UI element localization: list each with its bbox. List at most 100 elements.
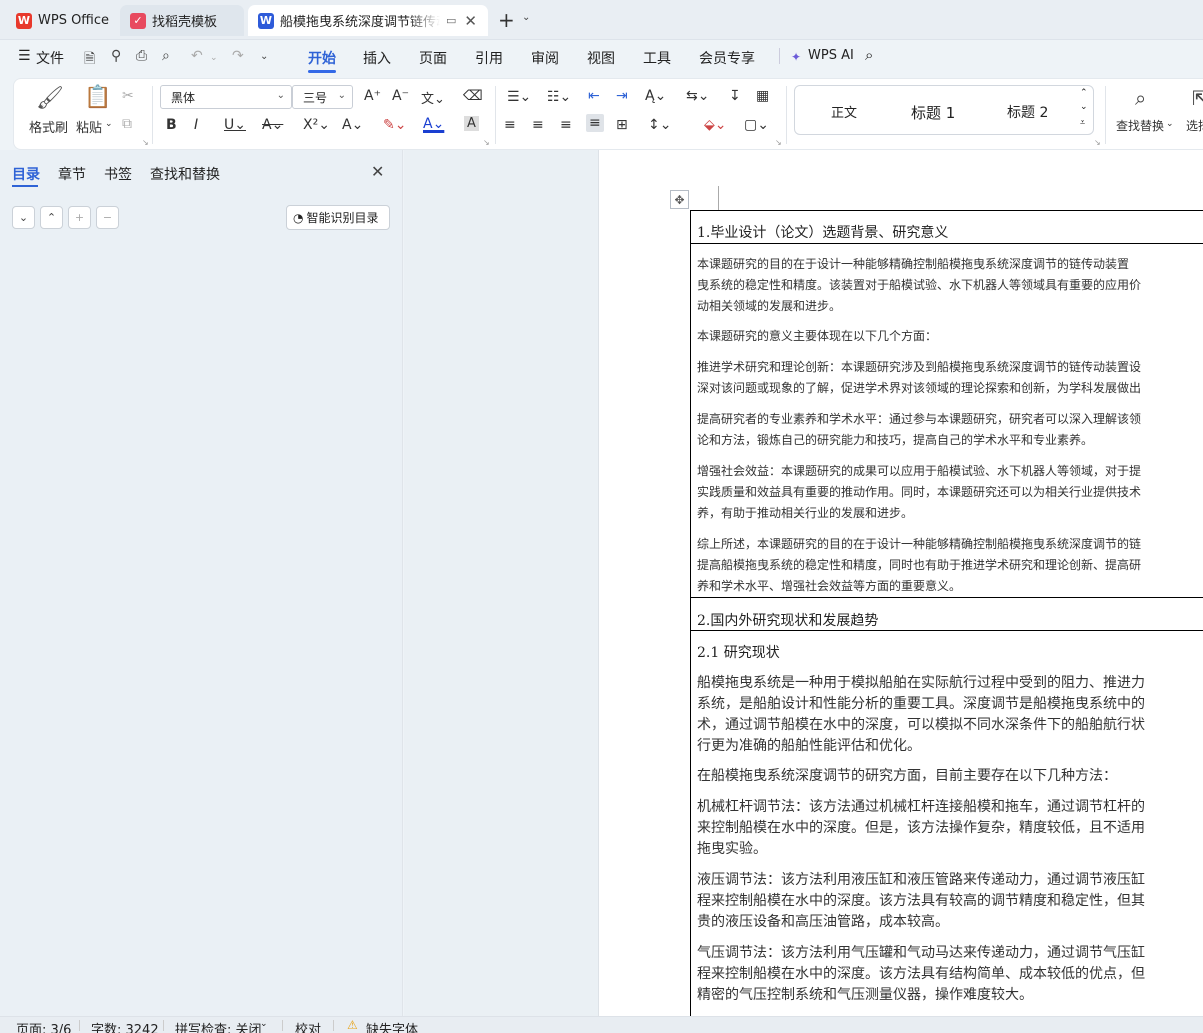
font-name-select[interactable]: 黑体 ⌄: [160, 85, 292, 109]
menu-review[interactable]: 审阅: [531, 48, 559, 68]
menu-page[interactable]: 页面: [419, 48, 447, 68]
missing-font-button[interactable]: 缺失字体: [366, 1019, 418, 1033]
chevron-down-icon[interactable]: ⌄: [1166, 119, 1174, 129]
bold-icon[interactable]: B: [166, 117, 177, 133]
font-color-icon[interactable]: A⌄: [423, 116, 444, 132]
menu-member[interactable]: 会员专享: [699, 48, 755, 68]
select-button[interactable]: 选择: [1186, 117, 1203, 134]
divider: [1105, 86, 1106, 144]
paragraph-significance-intro: 本课题研究的意义主要体现在以下几个方面：: [697, 329, 938, 343]
menu-wps-ai[interactable]: WPS AI: [808, 48, 854, 63]
print-icon[interactable]: ⎙: [136, 48, 147, 64]
copy-icon[interactable]: ⧉: [122, 116, 132, 132]
add-toc-button[interactable]: +: [68, 206, 91, 229]
group-expand-icon[interactable]: ↘: [142, 138, 149, 147]
chevron-down-icon[interactable]: ⌄: [260, 1019, 268, 1029]
select-cursor-icon[interactable]: ⇱: [1192, 86, 1203, 110]
share-icon[interactable]: ⚲: [111, 48, 121, 64]
highlight-icon[interactable]: ✎⌄: [383, 117, 406, 133]
format-painter-button[interactable]: 格式刷: [29, 117, 68, 136]
chevron-down-icon[interactable]: ⌄: [210, 53, 218, 63]
shading-icon[interactable]: ⬙⌄: [704, 117, 727, 133]
distributed-icon[interactable]: ⊞: [616, 117, 628, 133]
nav-tab-find-replace[interactable]: 查找和替换: [150, 164, 220, 184]
tab-wps-office[interactable]: W WPS Office: [6, 5, 116, 36]
paste-icon[interactable]: 📋: [84, 85, 111, 110]
nav-tab-bookmarks[interactable]: 书签: [104, 164, 132, 184]
expand-down-button[interactable]: ⌄: [12, 206, 35, 229]
chevron-down-icon[interactable]: ⌄: [522, 12, 530, 23]
menu-tools[interactable]: 工具: [643, 48, 671, 68]
hamburger-icon[interactable]: ☰: [18, 48, 31, 64]
strikethrough-icon[interactable]: A⌄: [262, 117, 283, 133]
close-icon[interactable]: ✕: [371, 162, 384, 181]
collapse-up-button[interactable]: ⌃: [40, 206, 63, 229]
style-heading-2[interactable]: 标题 2: [1007, 102, 1048, 122]
sort-icon[interactable]: ↧: [729, 88, 741, 104]
undo-icon[interactable]: ↶: [191, 48, 203, 64]
clear-format-icon[interactable]: ⌫: [463, 88, 483, 104]
menu-reference[interactable]: 引用: [475, 48, 503, 68]
cut-icon[interactable]: ✂: [122, 88, 134, 104]
text-direction-icon[interactable]: Ą⌄: [645, 88, 666, 104]
paste-button[interactable]: 粘贴: [76, 117, 102, 136]
search-icon[interactable]: ⌕: [865, 46, 873, 64]
line-spacing-icon[interactable]: ↕⌄: [648, 117, 671, 133]
table-move-handle-icon[interactable]: ✥: [670, 190, 689, 209]
expand-styles-icon[interactable]: ⩡: [1080, 118, 1085, 128]
monitor-icon[interactable]: ▭: [446, 14, 456, 27]
increase-indent-icon[interactable]: ⇥: [616, 88, 628, 104]
menu-insert[interactable]: 插入: [363, 48, 391, 68]
underline-icon[interactable]: U⌄: [224, 117, 246, 133]
italic-icon[interactable]: I: [194, 117, 198, 133]
tab-active-document[interactable]: W 船模拖曳系统深度调节链传动装 ▭ ✕: [248, 5, 488, 36]
close-tab-icon[interactable]: ✕: [464, 12, 477, 30]
font-size-select[interactable]: 三号 ⌄: [292, 85, 353, 109]
style-normal[interactable]: 正文: [831, 102, 857, 121]
align-center-icon[interactable]: ≡: [532, 117, 544, 133]
justify-icon[interactable]: ≡: [586, 114, 604, 132]
smart-toc-label: 智能识别目录: [306, 211, 379, 225]
align-right-icon[interactable]: ≡: [560, 117, 572, 133]
group-expand-icon[interactable]: ↘: [483, 138, 490, 147]
chevron-up-icon[interactable]: ⌃: [1080, 88, 1088, 98]
redo-icon[interactable]: ↷: [232, 48, 244, 64]
line-wrap-icon[interactable]: ⇆⌄: [686, 88, 709, 104]
align-left-icon[interactable]: ≡: [504, 117, 516, 133]
numbered-list-icon[interactable]: ☷⌄: [547, 89, 571, 105]
remove-toc-button[interactable]: −: [96, 206, 119, 229]
format-painter-icon[interactable]: 🖌: [36, 86, 64, 111]
new-tab-icon[interactable]: +: [498, 10, 515, 30]
smart-toc-button[interactable]: ◔ 智能识别目录: [286, 205, 390, 230]
proofread-button[interactable]: 校对: [295, 1019, 321, 1033]
tab-template[interactable]: ✓ 找稻壳模板: [120, 5, 244, 36]
menu-file[interactable]: 文件: [36, 48, 64, 68]
superscript-icon[interactable]: X²⌄: [303, 117, 330, 133]
save-icon[interactable]: 🗎: [84, 48, 95, 72]
grow-font-icon[interactable]: A⁺: [364, 88, 381, 104]
nav-tab-toc[interactable]: 目录: [12, 164, 40, 184]
show-marks-icon[interactable]: ▦: [756, 88, 769, 104]
borders-icon[interactable]: ▢⌄: [744, 117, 769, 133]
phonetic-guide-icon[interactable]: 文⌄: [421, 88, 445, 107]
menu-view[interactable]: 视图: [587, 48, 615, 68]
decrease-indent-icon[interactable]: ⇤: [588, 88, 600, 104]
group-expand-icon[interactable]: ↘: [1094, 138, 1101, 147]
group-expand-icon[interactable]: ↘: [775, 138, 782, 147]
chevron-down-icon[interactable]: ⌄: [260, 51, 268, 62]
chevron-down-icon[interactable]: ⌄: [105, 119, 113, 129]
chevron-down-icon[interactable]: ⌄: [1080, 102, 1088, 112]
nav-tab-chapters[interactable]: 章节: [58, 164, 86, 184]
print-preview-icon[interactable]: ⌕: [162, 48, 170, 64]
char-shading-icon[interactable]: A: [464, 116, 479, 131]
search-icon[interactable]: ⌕: [1135, 86, 1146, 110]
word-count[interactable]: 字数: 3242: [91, 1019, 159, 1033]
style-heading-1[interactable]: 标题 1: [911, 102, 955, 123]
menu-home[interactable]: 开始: [308, 48, 336, 68]
page-indicator[interactable]: 页面: 3/6: [16, 1019, 71, 1033]
spell-check-status[interactable]: 拼写检查: 关闭: [175, 1019, 262, 1033]
bullet-list-icon[interactable]: ☰⌄: [507, 89, 531, 105]
find-replace-button[interactable]: 查找替换: [1116, 117, 1164, 134]
shrink-font-icon[interactable]: A⁻: [392, 88, 409, 104]
text-effect-icon[interactable]: A⌄: [342, 117, 363, 133]
